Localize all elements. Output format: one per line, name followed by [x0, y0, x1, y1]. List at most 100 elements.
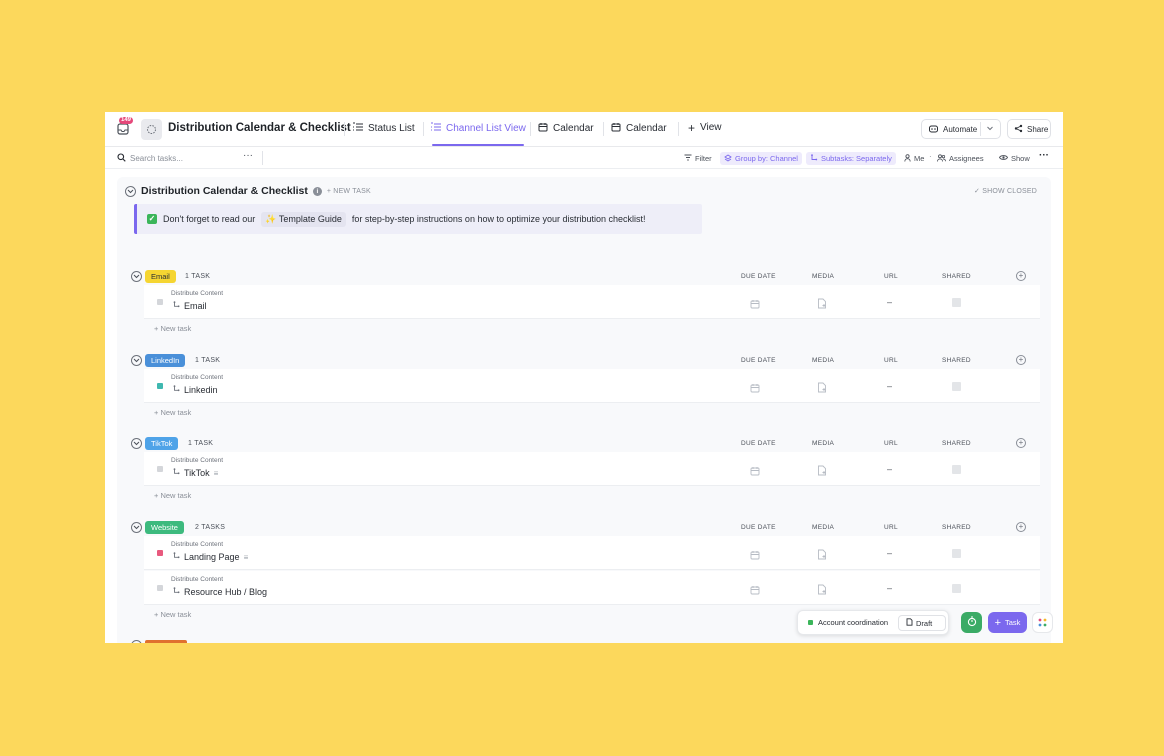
url-value[interactable]: –: [887, 381, 892, 391]
add-column-icon[interactable]: +: [1016, 522, 1026, 532]
task-row[interactable]: Distribute Content Email –: [144, 285, 1040, 319]
task-row[interactable]: Distribute Content Resource Hub / Blog –: [144, 571, 1040, 605]
task-name[interactable]: TikTok ≡: [173, 468, 218, 478]
me-filter-button[interactable]: Me: [904, 152, 924, 165]
space-icon[interactable]: [141, 119, 162, 140]
column-due-date[interactable]: DUE DATE: [741, 440, 776, 447]
column-shared[interactable]: SHARED: [942, 524, 971, 531]
shared-checkbox[interactable]: [952, 465, 961, 474]
parent-task-label[interactable]: Distribute Content: [171, 290, 223, 297]
add-column-icon[interactable]: +: [1016, 438, 1026, 448]
add-column-icon[interactable]: +: [1016, 271, 1026, 281]
new-task-row[interactable]: + New task: [154, 610, 191, 619]
subtasks-button[interactable]: Subtasks: Separately: [806, 152, 896, 165]
add-column-icon[interactable]: +: [1016, 355, 1026, 365]
task-name[interactable]: Linkedin: [173, 385, 218, 395]
parent-task-label[interactable]: Distribute Content: [171, 374, 223, 381]
more-options-icon[interactable]: ···: [1039, 150, 1049, 161]
url-value[interactable]: –: [887, 583, 892, 593]
column-media[interactable]: MEDIA: [812, 524, 834, 531]
column-due-date[interactable]: DUE DATE: [741, 524, 776, 531]
parent-task-label[interactable]: Distribute Content: [171, 457, 223, 464]
add-view-button[interactable]: + View: [688, 122, 722, 134]
new-task-row[interactable]: + New task: [154, 324, 191, 333]
new-task-row[interactable]: + New task: [154, 408, 191, 417]
task-row[interactable]: Distribute Content Linkedin –: [144, 369, 1040, 403]
status-indicator[interactable]: [157, 299, 163, 305]
column-shared[interactable]: SHARED: [942, 440, 971, 447]
column-url[interactable]: URL: [884, 273, 898, 280]
collapse-icon[interactable]: [125, 185, 136, 197]
info-icon[interactable]: i: [312, 186, 322, 196]
tab-calendar-2[interactable]: Calendar: [611, 122, 667, 135]
collapse-icon[interactable]: [131, 271, 142, 282]
shared-checkbox[interactable]: [952, 298, 961, 307]
add-task-button[interactable]: + Task: [988, 612, 1027, 633]
timer-button[interactable]: [961, 612, 982, 633]
file-icon[interactable]: [817, 463, 827, 481]
share-button[interactable]: Share: [1007, 119, 1051, 139]
task-row[interactable]: Distribute Content Landing Page ≡ –: [144, 536, 1040, 570]
column-shared[interactable]: SHARED: [942, 357, 971, 364]
status-indicator[interactable]: [157, 466, 163, 472]
calendar-icon[interactable]: [750, 380, 760, 398]
tab-channel-list-view[interactable]: Channel List View: [430, 122, 526, 135]
column-url[interactable]: URL: [884, 440, 898, 447]
calendar-icon[interactable]: [750, 296, 760, 314]
column-media[interactable]: MEDIA: [812, 273, 834, 280]
task-name[interactable]: Resource Hub / Blog: [173, 587, 267, 597]
search-input[interactable]: Search tasks...: [117, 153, 183, 164]
status-indicator[interactable]: [157, 383, 163, 389]
tab-calendar-1[interactable]: Calendar: [538, 122, 594, 135]
shared-checkbox[interactable]: [952, 382, 961, 391]
column-url[interactable]: URL: [884, 524, 898, 531]
file-icon[interactable]: [817, 582, 827, 600]
file-icon[interactable]: [817, 296, 827, 314]
status-indicator[interactable]: [157, 550, 163, 556]
group-badge[interactable]: Website: [145, 521, 184, 534]
automate-button[interactable]: Automate: [921, 119, 1001, 139]
account-coordination-item[interactable]: Account coordination: [808, 618, 896, 627]
group-badge[interactable]: Email: [145, 270, 176, 283]
parent-task-label[interactable]: Distribute Content: [171, 576, 223, 583]
url-value[interactable]: –: [887, 297, 892, 307]
calendar-icon[interactable]: [750, 463, 760, 481]
calendar-icon[interactable]: [750, 547, 760, 565]
collapse-icon[interactable]: [131, 522, 142, 533]
more-options-icon[interactable]: ···: [243, 150, 253, 161]
task-name[interactable]: Landing Page ≡: [173, 552, 248, 562]
show-button[interactable]: Show: [998, 152, 1030, 165]
tab-status-list[interactable]: Status List: [352, 122, 415, 135]
url-value[interactable]: –: [887, 464, 892, 474]
column-shared[interactable]: SHARED: [942, 273, 971, 280]
template-guide-link[interactable]: ✨ Template Guide: [261, 211, 346, 227]
task-name[interactable]: Email: [173, 301, 207, 311]
calendar-icon[interactable]: [750, 582, 760, 600]
status-indicator[interactable]: [157, 585, 163, 591]
assignees-button[interactable]: Assignees: [937, 152, 984, 165]
apps-button[interactable]: [1032, 612, 1053, 633]
inbox-icon[interactable]: [117, 122, 131, 136]
parent-task-label[interactable]: Distribute Content: [171, 541, 223, 548]
show-closed-button[interactable]: ✓ SHOW CLOSED: [974, 187, 1037, 195]
task-row[interactable]: Distribute Content TikTok ≡ –: [144, 452, 1040, 486]
new-task-button[interactable]: + NEW TASK: [327, 188, 371, 195]
column-url[interactable]: URL: [884, 357, 898, 364]
filter-button[interactable]: Filter: [684, 152, 712, 165]
group-by-button[interactable]: Group by: Channel: [720, 152, 802, 165]
group-badge[interactable]: TikTok: [145, 437, 179, 450]
new-task-row[interactable]: + New task: [154, 491, 191, 500]
column-media[interactable]: MEDIA: [812, 357, 834, 364]
collapse-icon[interactable]: [131, 438, 142, 449]
draft-button[interactable]: Draft: [898, 615, 946, 631]
chevron-down-icon[interactable]: [986, 124, 994, 134]
group-badge[interactable]: LinkedIn: [145, 354, 186, 367]
url-value[interactable]: –: [887, 548, 892, 558]
file-icon[interactable]: [817, 380, 827, 398]
shared-checkbox[interactable]: [952, 549, 961, 558]
column-due-date[interactable]: DUE DATE: [741, 357, 776, 364]
file-icon[interactable]: [817, 547, 827, 565]
column-media[interactable]: MEDIA: [812, 440, 834, 447]
shared-checkbox[interactable]: [952, 584, 961, 593]
collapse-icon[interactable]: [131, 355, 142, 366]
